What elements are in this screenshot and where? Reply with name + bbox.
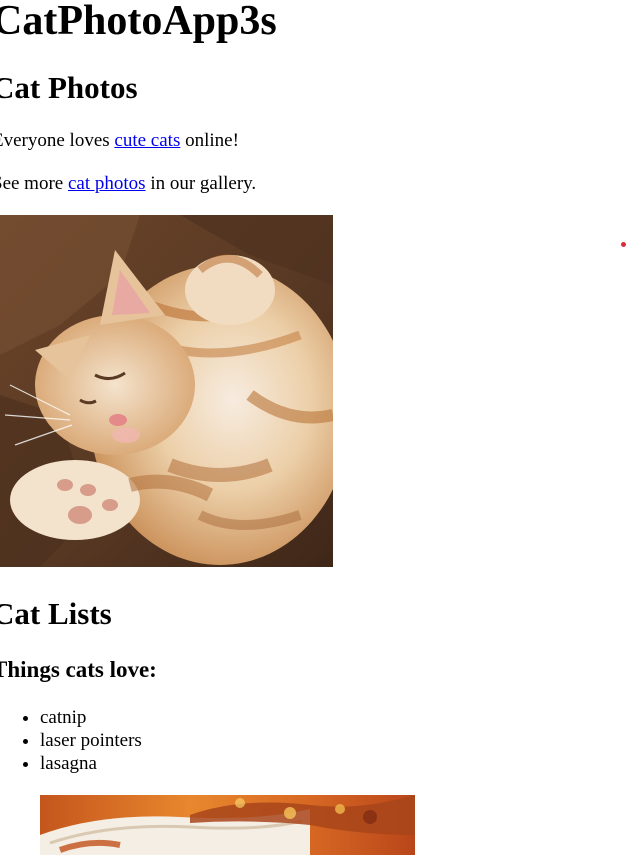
lasagna-image — [40, 795, 415, 855]
gallery-paragraph: See more cat photos in our gallery. — [0, 173, 256, 195]
gallery-text-before: See more — [0, 173, 64, 194]
gallery-text-after: in our gallery. — [145, 173, 257, 194]
page-title: CatPhotoApp3s — [0, 0, 277, 44]
cat-photos-link[interactable]: cat photos — [68, 173, 146, 194]
marker-dot — [621, 242, 626, 247]
cat-love-list: catnip laser pointers lasagna — [0, 706, 142, 775]
cat-lists-heading: Cat Lists — [0, 596, 112, 631]
things-cats-love-heading: Things cats love: — [0, 657, 157, 682]
list-item: lasagna — [40, 752, 142, 775]
intro-text-before: Everyone loves — [0, 130, 115, 151]
cute-cats-link[interactable]: cute cats — [114, 130, 180, 151]
list-item: catnip — [40, 706, 142, 729]
intro-text-after: online! — [180, 130, 239, 151]
cat-photos-heading: Cat Photos — [0, 70, 138, 105]
cat-photo-image[interactable] — [0, 215, 333, 567]
list-item: laser pointers — [40, 729, 142, 752]
intro-paragraph: Everyone loves cute cats online! — [0, 130, 239, 152]
